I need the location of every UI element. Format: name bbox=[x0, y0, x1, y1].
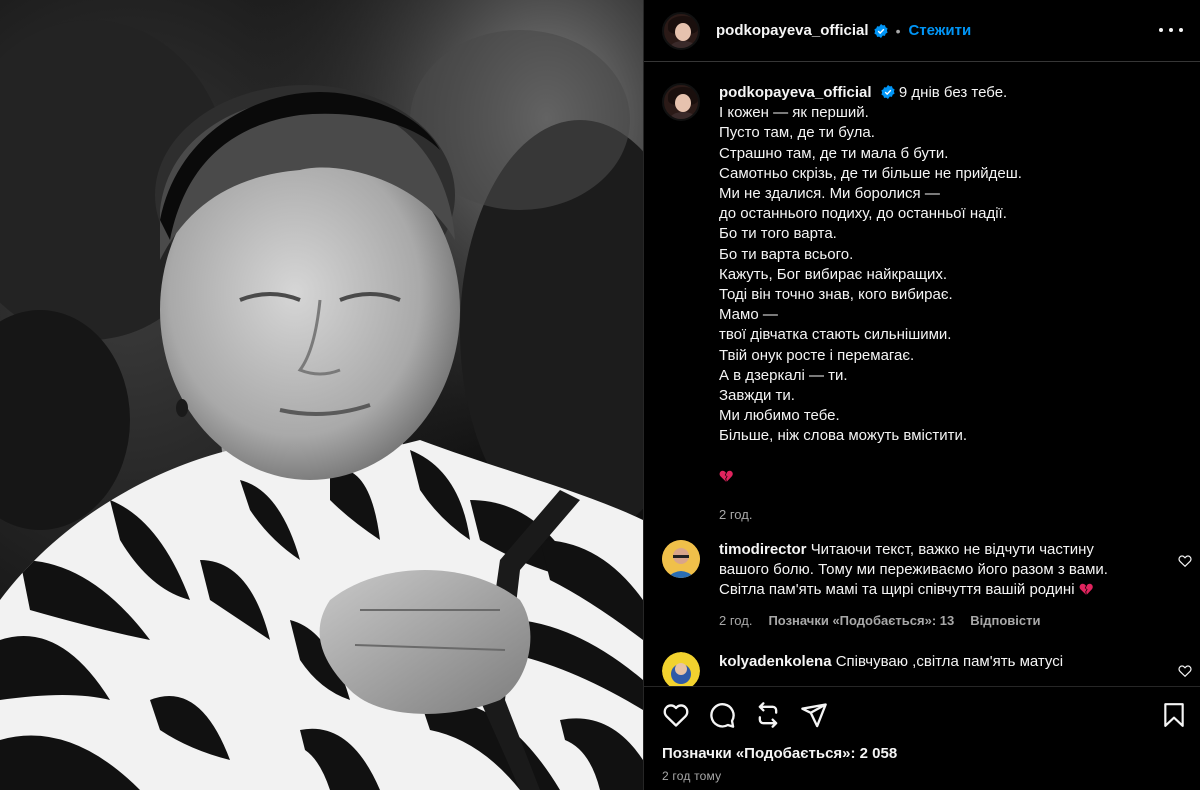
caption-line: Ми не здалися. Ми боролися — bbox=[719, 185, 940, 203]
caption-line: 9 днів без тебе. bbox=[898, 84, 1008, 101]
reply-button[interactable]: Відповісти bbox=[970, 611, 1040, 631]
post-timestamp[interactable]: 2 год тому bbox=[662, 769, 721, 783]
comment-username[interactable]: timodirector bbox=[719, 541, 807, 558]
heart-icon[interactable] bbox=[662, 701, 690, 729]
caption-line: А в дзеркалі — ти. bbox=[719, 366, 848, 384]
caption-line: Більше, ніж слова можуть вмістити. bbox=[719, 427, 967, 445]
comment-item: kolyadenkolena Співчуваю ,світла пам'ять… bbox=[662, 652, 1192, 686]
caption-line: Страшно там, де ти мала б бути. bbox=[719, 144, 949, 162]
comment-like-icon[interactable] bbox=[1178, 554, 1192, 568]
comment-time[interactable]: 2 год. bbox=[719, 611, 752, 631]
caption-line: Завжди ти. bbox=[719, 387, 795, 405]
post-actions: Позначки «Подобається»: 2 058 2 год тому bbox=[644, 686, 1200, 790]
comment-body: kolyadenkolena Співчуваю ,світла пам'ять… bbox=[719, 652, 1159, 686]
post-caption: podkopayeva_official 9 днів без тебе. І … bbox=[662, 83, 1179, 525]
comment-like-icon[interactable] bbox=[1178, 664, 1192, 678]
commenter-avatar[interactable] bbox=[662, 540, 700, 578]
post-header: podkopayeva_official • Стежити bbox=[644, 0, 1200, 62]
post-photo[interactable] bbox=[0, 0, 643, 790]
caption-line: твої дівчатка стають сильнішими. bbox=[719, 326, 952, 344]
post-side-panel: podkopayeva_official • Стежити podkopaye… bbox=[643, 0, 1200, 790]
caption-line: Пусто там, де ти була. bbox=[719, 124, 875, 142]
action-icons bbox=[662, 701, 828, 729]
commenter-avatar[interactable] bbox=[662, 652, 700, 686]
comment-likes-count[interactable]: Позначки «Подобається»: 13 bbox=[768, 611, 954, 631]
comment-text: Співчуваю ,світла пам'ять матусі bbox=[835, 653, 1064, 670]
caption-text: podkopayeva_official 9 днів без тебе. І … bbox=[719, 83, 1179, 525]
caption-line: Тоді він точно знав, кого вибирає. bbox=[719, 286, 953, 304]
comment-icon[interactable] bbox=[708, 701, 736, 729]
caption-line: до останнього подиху, до останньої надії… bbox=[719, 205, 1007, 223]
caption-username[interactable]: podkopayeva_official bbox=[719, 84, 872, 101]
likes-count[interactable]: Позначки «Подобається»: 2 058 bbox=[662, 745, 897, 762]
caption-line: Бо ти того варта. bbox=[719, 225, 837, 243]
author-avatar[interactable] bbox=[662, 11, 700, 50]
verified-badge-icon bbox=[881, 85, 895, 99]
author-username[interactable]: podkopayeva_official bbox=[716, 22, 869, 39]
bookmark-icon[interactable] bbox=[1161, 701, 1187, 729]
caption-author-avatar[interactable] bbox=[662, 83, 700, 121]
comment-body: timodirector Читаючи текст, важко не від… bbox=[719, 540, 1159, 631]
comment-username[interactable]: kolyadenkolena bbox=[719, 653, 832, 670]
broken-heart-emoji-icon bbox=[1079, 584, 1093, 596]
caption-line: Кажуть, Бог вибирає найкращих. bbox=[719, 265, 948, 283]
avatar-image bbox=[662, 540, 700, 578]
comment-text: Світла пам'ять мамі та щирі співчуття ва… bbox=[719, 581, 1075, 599]
comments-scroll-area[interactable]: podkopayeva_official 9 днів без тебе. І … bbox=[644, 62, 1200, 686]
header-separator: • bbox=[895, 22, 901, 39]
comment-meta: 2 год. Позначки «Подобається»: 13 Відпов… bbox=[719, 611, 1159, 631]
verified-badge-icon bbox=[874, 23, 888, 38]
share-icon[interactable] bbox=[800, 701, 828, 729]
caption-line: І кожен — як перший. bbox=[719, 104, 869, 122]
comment-text: Читаючи текст, важко не відчути частину bbox=[810, 541, 1094, 558]
avatar-image bbox=[662, 652, 700, 686]
caption-line: Мамо — bbox=[719, 306, 778, 324]
caption-line: Самотньо скрізь, де ти більше не прийдеш… bbox=[719, 164, 1022, 182]
portrait-image bbox=[0, 0, 643, 790]
more-options-icon[interactable] bbox=[1159, 20, 1183, 40]
post-viewer: podkopayeva_official • Стежити podkopaye… bbox=[0, 0, 1200, 790]
caption-line: Бо ти варта всього. bbox=[719, 245, 854, 263]
caption-line: Твій онук росте і перемагає. bbox=[719, 346, 915, 364]
comment-item: timodirector Читаючи текст, важко не від… bbox=[662, 540, 1192, 631]
repost-icon[interactable] bbox=[754, 701, 782, 729]
broken-heart-emoji-icon bbox=[719, 470, 733, 482]
follow-button[interactable]: Стежити bbox=[908, 22, 971, 39]
caption-time[interactable]: 2 год. bbox=[719, 505, 1179, 525]
comment-text: вашого болю. Тому ми переживаємо його ра… bbox=[719, 561, 1108, 579]
caption-line: Ми любимо тебе. bbox=[719, 407, 840, 425]
